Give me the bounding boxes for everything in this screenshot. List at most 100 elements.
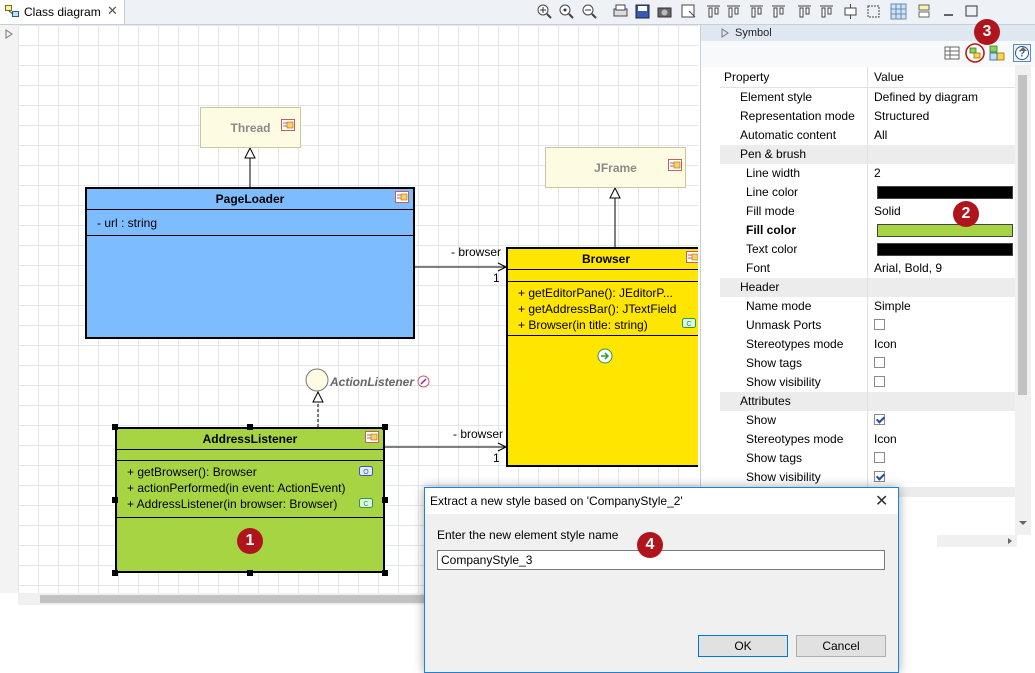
property-checkbox[interactable] xyxy=(874,376,885,387)
property-value[interactable]: 2 xyxy=(874,166,881,180)
scroll-up-icon[interactable] xyxy=(1017,44,1029,54)
property-value[interactable]: Defined by diagram xyxy=(874,90,978,104)
property-row[interactable]: Line color xyxy=(720,183,1016,202)
property-row[interactable]: Show tags xyxy=(720,354,1016,373)
align-top-icon[interactable] xyxy=(705,3,722,20)
distribute-icon[interactable] xyxy=(842,3,859,20)
resize-handle[interactable] xyxy=(112,424,118,430)
property-row[interactable]: Font Arial, Bold, 9 xyxy=(720,259,1016,278)
ok-button[interactable]: OK xyxy=(698,635,788,657)
resize-handle[interactable] xyxy=(247,424,253,430)
apply-style-icon[interactable] xyxy=(989,45,1005,61)
method-row[interactable]: + getBrowser(): Browser xyxy=(127,465,257,479)
color-swatch[interactable] xyxy=(877,186,1013,199)
class-stereotype-icon xyxy=(365,431,379,443)
print-icon[interactable] xyxy=(612,3,629,20)
camera-icon[interactable] xyxy=(656,3,673,20)
class-browser[interactable]: Browser + getEditorPane(): JEditorP... +… xyxy=(506,247,698,467)
property-value[interactable]: Icon xyxy=(874,337,897,351)
save-icon[interactable] xyxy=(634,3,651,20)
scroll-down-icon[interactable] xyxy=(1017,518,1029,528)
align-bottom-icon[interactable] xyxy=(748,3,765,20)
layers-icon[interactable] xyxy=(916,3,933,20)
class-pageloader[interactable]: PageLoader - url : string xyxy=(85,187,415,339)
zoom-out-icon[interactable] xyxy=(581,3,598,20)
method-row[interactable]: + getEditorPane(): JEditorP... xyxy=(518,286,673,300)
property-column-header[interactable]: Property xyxy=(724,70,769,84)
align-left-icon[interactable] xyxy=(770,3,787,20)
close-tab-icon[interactable]: ✕ xyxy=(107,3,118,19)
property-row[interactable]: Stereotypes mode Icon xyxy=(720,430,1016,449)
property-row[interactable]: Text color xyxy=(720,240,1016,259)
property-checkbox[interactable] xyxy=(874,452,885,463)
resize-handle[interactable] xyxy=(247,570,253,576)
property-section[interactable]: Attributes xyxy=(720,392,1016,411)
property-row[interactable]: Unmask Ports xyxy=(720,316,1016,335)
scrollbar-thumb[interactable] xyxy=(1018,75,1027,395)
property-row[interactable]: Show xyxy=(720,411,1016,430)
resize-handle[interactable] xyxy=(112,497,118,503)
property-value[interactable]: Structured xyxy=(874,109,929,123)
property-checkbox[interactable] xyxy=(874,319,885,330)
close-icon[interactable]: ✕ xyxy=(875,491,888,511)
property-checkbox[interactable] xyxy=(874,414,885,425)
scroll-right-icon[interactable] xyxy=(1005,536,1015,546)
table-view-icon[interactable] xyxy=(944,45,960,61)
minimize-icon[interactable] xyxy=(940,3,957,20)
attribute-url[interactable]: - url : string xyxy=(97,216,157,230)
extract-style-icon[interactable] xyxy=(965,43,985,63)
color-swatch[interactable] xyxy=(877,224,1013,237)
property-grid: Element style Defined by diagram Represent… xyxy=(701,88,1035,488)
align-center-icon[interactable] xyxy=(796,3,813,20)
align-right-icon[interactable] xyxy=(818,3,835,20)
property-row[interactable]: Show tags xyxy=(720,449,1016,468)
grid-icon[interactable] xyxy=(890,3,907,20)
property-checkbox[interactable] xyxy=(874,357,885,368)
property-row[interactable]: Line width 2 xyxy=(720,164,1016,183)
class-jframe[interactable]: JFrame xyxy=(545,147,686,188)
property-row[interactable]: Name mode Simple xyxy=(720,297,1016,316)
palette-strip[interactable] xyxy=(0,25,19,593)
property-section[interactable]: Header xyxy=(720,278,1016,297)
dialog-title-bar[interactable]: Extract a new style based on 'CompanySty… xyxy=(425,488,898,514)
cancel-button[interactable]: Cancel xyxy=(796,635,886,657)
resize-handle[interactable] xyxy=(112,570,118,576)
property-value[interactable]: Solid xyxy=(874,204,901,218)
property-row[interactable]: Stereotypes mode Icon xyxy=(720,335,1016,354)
resize-handle[interactable] xyxy=(382,570,388,576)
value-column-header[interactable]: Value xyxy=(874,70,904,84)
property-row[interactable]: Show visibility xyxy=(720,468,1016,487)
resize-handle[interactable] xyxy=(382,497,388,503)
interface-actionlistener[interactable]: ActionListener xyxy=(330,375,414,389)
property-value[interactable]: All xyxy=(874,128,887,142)
zoom-in-icon[interactable] xyxy=(536,3,553,20)
property-value[interactable]: Icon xyxy=(874,432,897,446)
method-row[interactable]: + Browser(in title: string) xyxy=(518,318,648,332)
property-section[interactable]: Pen & brush xyxy=(720,145,1016,164)
property-row[interactable]: Representation mode Structured xyxy=(720,107,1016,126)
method-row[interactable]: + AddressListener(in browser: Browser) xyxy=(127,497,337,511)
maximize-icon[interactable] xyxy=(963,3,980,20)
expand-palette-icon[interactable] xyxy=(5,29,13,39)
tab-class-diagram[interactable]: Class diagram ✕ xyxy=(0,0,125,24)
method-row[interactable]: + getAddressBar(): JTextField xyxy=(518,302,676,316)
export-icon[interactable] xyxy=(680,3,697,20)
property-row[interactable]: Show visibility xyxy=(720,373,1016,392)
zoom-fit-icon[interactable] xyxy=(558,3,575,20)
property-row[interactable]: Automatic content All xyxy=(720,126,1016,145)
properties-vertical-scrollbar[interactable] xyxy=(1015,65,1031,535)
panel-horizontal-scrollbar[interactable] xyxy=(937,535,1017,547)
align-middle-icon[interactable] xyxy=(725,3,742,20)
property-value[interactable]: Arial, Bold, 9 xyxy=(874,261,942,275)
color-swatch[interactable] xyxy=(877,243,1013,256)
resize-icon[interactable] xyxy=(865,3,882,20)
method-row[interactable]: + actionPerformed(in event: ActionEvent) xyxy=(127,481,345,495)
navigate-arrow-icon[interactable] xyxy=(597,348,613,364)
expand-symbol-icon[interactable] xyxy=(721,28,729,38)
property-checkbox[interactable] xyxy=(874,471,885,482)
property-name: Font xyxy=(746,261,771,275)
property-value[interactable]: Simple xyxy=(874,299,911,313)
resize-handle[interactable] xyxy=(382,424,388,430)
style-name-input[interactable] xyxy=(437,550,885,570)
property-row[interactable]: Element style Defined by diagram xyxy=(720,88,1016,107)
